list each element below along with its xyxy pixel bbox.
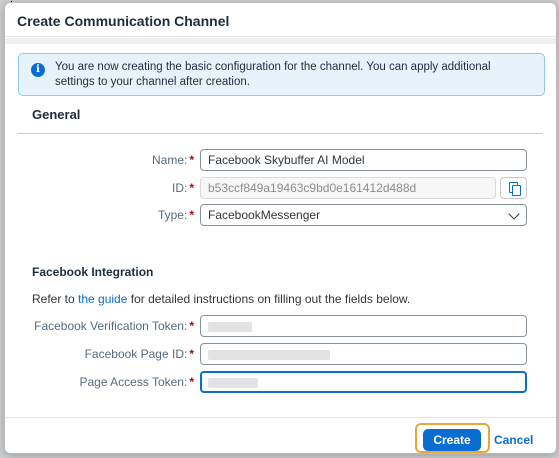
id-label: ID: * bbox=[171, 181, 194, 195]
masked-value bbox=[208, 378, 258, 388]
access-token-row: Page Access Token: * bbox=[5, 371, 556, 393]
chevron-down-icon bbox=[508, 208, 520, 220]
id-input[interactable] bbox=[200, 177, 496, 199]
type-select[interactable]: FacebookMessenger bbox=[200, 204, 527, 226]
header-divider-strip bbox=[5, 38, 556, 44]
info-message-strip: i You are now creating the basic configu… bbox=[18, 53, 545, 96]
type-selected-value: FacebookMessenger bbox=[208, 208, 321, 222]
type-row: Type: * FacebookMessenger bbox=[5, 204, 556, 226]
required-asterisk: * bbox=[189, 375, 194, 389]
create-channel-dialog: Create Communication Channel i You are n… bbox=[4, 2, 557, 454]
required-asterisk: * bbox=[189, 319, 194, 333]
verification-token-input[interactable] bbox=[200, 315, 527, 337]
name-label: Name: * bbox=[151, 153, 194, 167]
guide-link[interactable]: the guide bbox=[78, 292, 127, 306]
facebook-integration-title: Facebook Integration bbox=[32, 265, 154, 279]
page-id-label: Facebook Page ID: * bbox=[84, 347, 194, 361]
dialog-title: Create Communication Channel bbox=[17, 13, 230, 29]
copy-id-button[interactable] bbox=[500, 177, 527, 199]
name-row: Name: * bbox=[5, 149, 556, 171]
page-id-row: Facebook Page ID: * bbox=[5, 343, 556, 365]
refer-text: Refer to the guide for detailed instruct… bbox=[32, 292, 411, 306]
dialog-header: Create Communication Channel bbox=[5, 3, 556, 37]
verification-token-row: Facebook Verification Token: * bbox=[5, 315, 556, 337]
name-input[interactable] bbox=[200, 149, 527, 171]
masked-value bbox=[208, 350, 330, 360]
general-section-title: General bbox=[32, 107, 81, 122]
cancel-button[interactable]: Cancel bbox=[490, 429, 537, 451]
info-message-text: You are now creating the basic configura… bbox=[55, 61, 491, 88]
create-button[interactable]: Create bbox=[423, 429, 481, 451]
dialog-footer: Create Cancel bbox=[5, 417, 556, 453]
type-label: Type: * bbox=[157, 208, 194, 222]
masked-value bbox=[208, 322, 252, 332]
required-asterisk: * bbox=[189, 181, 194, 195]
required-asterisk: * bbox=[189, 208, 194, 222]
section-divider bbox=[18, 133, 543, 134]
access-token-label: Page Access Token: * bbox=[79, 375, 194, 389]
required-asterisk: * bbox=[189, 347, 194, 361]
info-icon: i bbox=[31, 63, 45, 77]
access-token-input[interactable] bbox=[200, 371, 527, 393]
page-id-input[interactable] bbox=[200, 343, 527, 365]
id-row: ID: * bbox=[5, 177, 556, 199]
required-asterisk: * bbox=[189, 153, 194, 167]
verification-token-label: Facebook Verification Token: * bbox=[34, 319, 194, 333]
